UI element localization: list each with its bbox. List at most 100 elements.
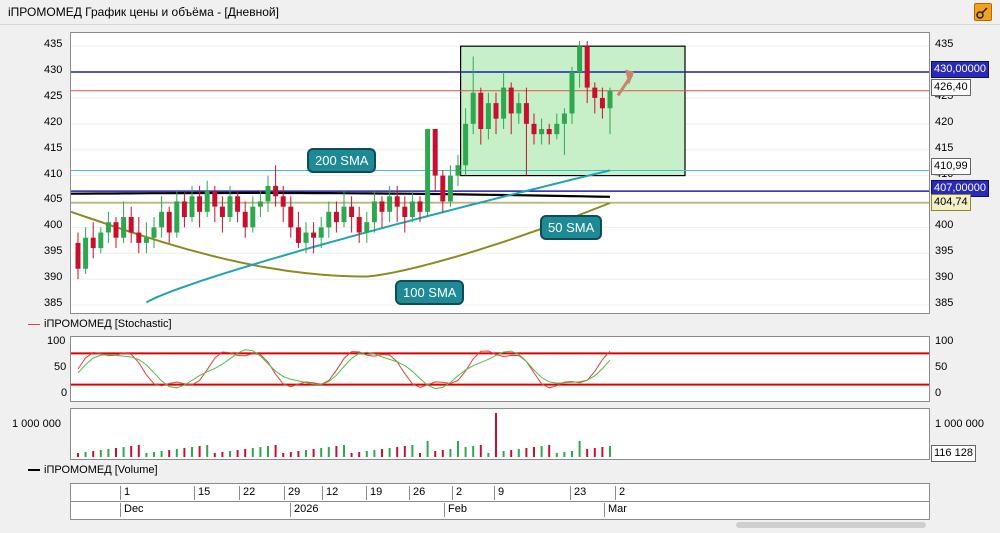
candle-body (136, 232, 142, 243)
candle-body (447, 175, 453, 202)
price-tick-right: 415 (935, 141, 954, 154)
candle-body (523, 103, 529, 124)
volume-bar (449, 449, 452, 457)
volume-bar (267, 446, 269, 457)
volume-bar (441, 450, 444, 457)
candle-body (531, 123, 537, 135)
candle-body (371, 201, 377, 223)
volume-bar (122, 447, 125, 457)
stochastic-pane[interactable] (70, 336, 930, 402)
candle-body (166, 211, 172, 233)
candle-body (212, 191, 218, 207)
pin-icon[interactable] (974, 3, 992, 21)
volume-bar (282, 453, 285, 457)
price-tick-left: 400 (44, 219, 63, 232)
candle-body (599, 97, 605, 109)
volume-bar (540, 446, 543, 457)
candle-body (569, 72, 575, 114)
volume-bar (601, 447, 604, 457)
time-axis[interactable]: 1 15 22 29 12 19 26 2 9 23 2 Dec 2026 Feb Mar (70, 483, 930, 520)
volume-bar (403, 446, 406, 457)
volume-pane[interactable] (70, 408, 930, 460)
candle-body (485, 103, 491, 129)
candle-body (143, 237, 149, 243)
volume-bar (533, 447, 535, 457)
candle-body (90, 237, 96, 249)
volume-bar (571, 451, 573, 457)
candle-body (501, 87, 507, 119)
price-tick-right: 395 (935, 245, 954, 258)
price-tick-left: 420 (44, 115, 63, 128)
candle-body (242, 211, 248, 228)
candle-body (189, 196, 195, 217)
candle-body (539, 129, 545, 135)
horizontal-scrollbar[interactable] (736, 522, 926, 528)
volume-chart-svg[interactable] (71, 409, 929, 459)
time-tick-day: 23 (570, 486, 586, 500)
candle-body (516, 103, 522, 114)
volume-bar (213, 453, 216, 457)
candle-body (409, 201, 415, 217)
sma200-callout: 200 SMA (307, 148, 377, 173)
candle-body (554, 123, 560, 135)
candle-body (265, 185, 271, 202)
volume-bar (327, 447, 330, 457)
volume-bar (183, 448, 186, 457)
candle-body (273, 185, 279, 197)
volume-bar (373, 450, 376, 457)
price-tick-left: 435 (44, 38, 63, 51)
volume-bar (426, 441, 429, 457)
candle-body (204, 191, 210, 212)
last-price-tag: 426,40 (931, 79, 971, 96)
price-chart-svg[interactable] (70, 33, 929, 313)
time-tick-month: Mar (604, 503, 627, 517)
time-tick-day: 19 (366, 486, 382, 500)
candle-body (493, 103, 499, 119)
time-tick-month: Feb (444, 503, 467, 517)
candle-body (105, 222, 111, 233)
candle-body (356, 217, 362, 233)
price-tick-left: 395 (44, 245, 63, 258)
time-tick-day: 22 (239, 486, 255, 500)
candle-body (546, 129, 552, 135)
sma100-tag: 404,74 (931, 194, 971, 211)
price-tick-right: 400 (935, 219, 954, 232)
volume-bar (229, 451, 231, 457)
volume-bar (107, 449, 110, 457)
candle-body (607, 90, 613, 109)
volume-bar (434, 451, 437, 457)
volume-bar (593, 448, 596, 457)
volume-bar (510, 450, 513, 457)
volume-bar (525, 448, 528, 457)
time-axis-months: Dec 2026 Feb Mar (71, 502, 929, 518)
level430-tag: 430,00000 (931, 61, 989, 78)
candle-body (280, 196, 286, 207)
candle-body (197, 196, 203, 212)
price-tick-right: 390 (935, 271, 954, 284)
price-pane[interactable] (70, 32, 930, 314)
candle-body (227, 196, 233, 217)
price-tick-left: 410 (44, 167, 63, 180)
candle-body (592, 87, 598, 98)
volume-bar (411, 445, 414, 457)
price-tick-left: 405 (44, 193, 63, 206)
candle-body (432, 129, 438, 176)
stochastic-chart-svg[interactable] (71, 337, 929, 401)
candle-body (318, 227, 324, 238)
volume-bar (517, 449, 520, 457)
volume-bar (487, 453, 490, 457)
volume-bar (297, 451, 300, 457)
candle-body (402, 206, 408, 217)
candle-body (364, 222, 370, 233)
time-tick-day: 12 (322, 486, 338, 500)
stoch-k-line (77, 350, 611, 389)
volume-bar (609, 446, 611, 457)
candle-body (250, 206, 256, 228)
volume-bar (320, 448, 323, 457)
candle-body (288, 206, 294, 228)
stoch-tick: 100 (935, 335, 954, 347)
price-tick-left: 385 (44, 297, 63, 309)
candle-body (394, 196, 400, 207)
stoch-tick: 50 (54, 361, 67, 373)
volume-bar (236, 450, 239, 457)
